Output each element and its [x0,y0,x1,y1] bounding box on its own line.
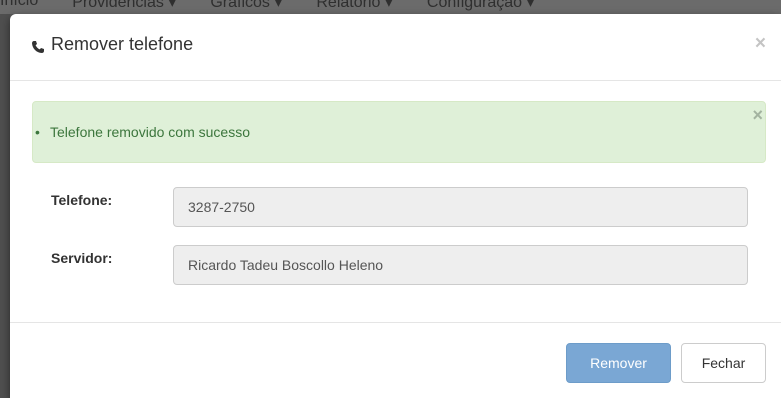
success-alert: Telefone removido com sucesso × [32,101,766,163]
servidor-row: Servidor: [10,245,781,287]
alert-close-icon[interactable]: × [752,106,763,124]
servidor-field[interactable] [173,245,748,285]
remove-button[interactable]: Remover [566,343,671,383]
alert-message: Telefone removido com sucesso [33,124,250,140]
close-icon[interactable]: × [755,34,766,53]
nav-item-relatorio: Relatório ▾ [316,0,393,11]
modal-title: Remover telefone [31,34,193,55]
close-button[interactable]: Fechar [681,343,766,383]
servidor-label: Servidor: [51,250,113,266]
modal-header: Remover telefone × [10,14,781,81]
phone-icon [31,38,45,53]
background-page [0,14,10,398]
background-navbar: Início Providências ▾ Gráficos ▾ Relatór… [0,0,781,14]
remove-phone-dialog: Remover telefone × Telefone removido com… [10,14,781,398]
telefone-field[interactable] [173,187,748,227]
nav-item-graficos: Gráficos ▾ [210,0,283,11]
modal-footer: Remover Fechar [10,322,781,398]
alert-message-list: Telefone removido com sucesso [33,124,250,140]
nav-item-inicio: Início [0,0,39,9]
nav-item-providencias: Providências ▾ [72,0,177,11]
modal-title-text: Remover telefone [51,34,194,54]
nav-item-configuracao: Configuração ▾ [426,0,535,11]
telefone-label: Telefone: [51,192,113,208]
telefone-row: Telefone: [10,187,781,229]
